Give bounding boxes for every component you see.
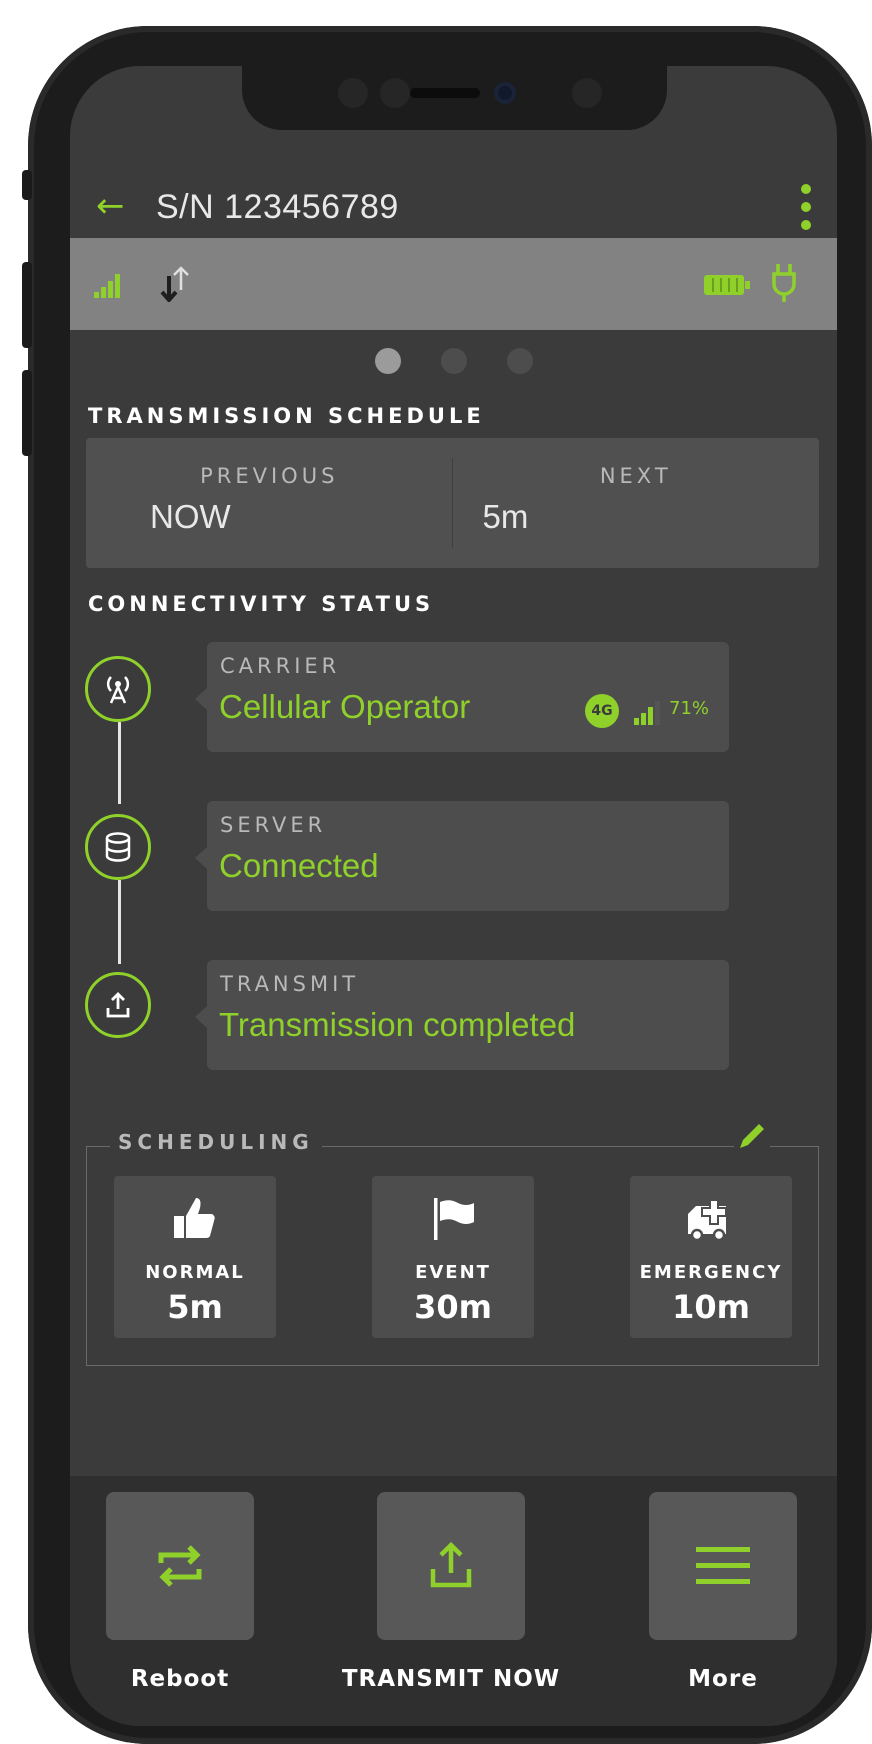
- server-value: Connected: [219, 847, 379, 884]
- transmit-value: Transmission completed: [219, 1006, 576, 1043]
- bottom-action-bar: Reboot TRANSMIT NOW More: [70, 1476, 837, 1726]
- mode-emergency[interactable]: EMERGENCY 10m: [630, 1176, 792, 1338]
- server-label: SERVER: [220, 813, 327, 837]
- app-screen: ← S/N 123456789 TRANSMISSION SCHEDULE PR…: [70, 66, 837, 1726]
- page-dot-3[interactable]: [506, 348, 533, 374]
- carrier-card: CARRIER Cellular Operator 4G 71%: [195, 642, 729, 752]
- more-label[interactable]: More: [613, 1666, 833, 1692]
- scheduling-legend: SCHEDULING: [110, 1130, 322, 1154]
- transmit-now-label[interactable]: TRANSMIT NOW: [301, 1666, 601, 1692]
- signal-icon: [634, 701, 660, 725]
- reboot-icon: [158, 1545, 202, 1587]
- mode-normal[interactable]: NORMAL 5m: [114, 1176, 276, 1338]
- flag-icon: [372, 1194, 534, 1244]
- transmit-now-button[interactable]: [377, 1492, 525, 1640]
- transmission-schedule-heading: TRANSMISSION SCHEDULE: [88, 404, 485, 428]
- reboot-button[interactable]: [106, 1492, 254, 1640]
- ambulance-icon: [630, 1194, 792, 1244]
- mode-value: 5m: [167, 1288, 223, 1326]
- page-indicator[interactable]: [70, 348, 837, 374]
- upload-icon: [430, 1541, 472, 1588]
- transmit-label: TRANSMIT: [220, 972, 360, 996]
- device-status-bar: [70, 238, 837, 330]
- volume-up-button: [22, 262, 32, 348]
- network-type-badge: 4G: [585, 694, 619, 728]
- plug-icon: [772, 264, 796, 302]
- hamburger-icon: [696, 1547, 750, 1584]
- kebab-menu-icon[interactable]: [801, 184, 813, 238]
- page-title: S/N 123456789: [156, 188, 399, 226]
- timeline-connector: [118, 722, 121, 804]
- database-icon: [85, 814, 151, 880]
- timeline-connector: [118, 880, 121, 964]
- pencil-icon[interactable]: [734, 1118, 770, 1154]
- mode-value: 30m: [414, 1288, 492, 1326]
- volume-down-button: [22, 370, 32, 456]
- server-card: SERVER Connected: [195, 801, 729, 911]
- transmission-schedule-panel: PREVIOUS NOW NEXT 5m: [86, 438, 819, 568]
- transmit-card: TRANSMIT Transmission completed: [195, 960, 729, 1070]
- signal-icon: [94, 274, 120, 298]
- mode-label: EMERGENCY: [639, 1262, 783, 1283]
- arrow-left-icon[interactable]: ←: [96, 186, 125, 226]
- page-dot-2[interactable]: [440, 348, 467, 374]
- battery-icon: [704, 275, 750, 295]
- previous-column: PREVIOUS NOW: [86, 438, 453, 568]
- data-transfer-icon: [160, 266, 189, 302]
- previous-label: PREVIOUS: [200, 464, 339, 488]
- next-label: NEXT: [599, 464, 672, 488]
- signal-strength-value: 71%: [669, 698, 710, 719]
- more-button[interactable]: [649, 1492, 797, 1640]
- mode-label: NORMAL: [145, 1262, 245, 1283]
- previous-value: NOW: [150, 498, 231, 535]
- antenna-icon: [85, 656, 151, 722]
- page-dot-1[interactable]: [374, 348, 401, 374]
- thumbs-up-icon: [114, 1194, 276, 1244]
- carrier-label: CARRIER: [220, 654, 341, 678]
- mute-switch: [22, 170, 32, 200]
- upload-icon: [85, 972, 151, 1038]
- carrier-value: Cellular Operator: [219, 688, 471, 725]
- next-value: 5m: [482, 498, 529, 535]
- connectivity-status-heading: CONNECTIVITY STATUS: [88, 592, 435, 616]
- phone-notch: [242, 66, 667, 130]
- mode-value: 10m: [672, 1288, 750, 1326]
- mode-label: EVENT: [415, 1262, 491, 1283]
- reboot-label[interactable]: Reboot: [70, 1666, 290, 1692]
- mode-event[interactable]: EVENT 30m: [372, 1176, 534, 1338]
- next-column: NEXT 5m: [453, 438, 820, 568]
